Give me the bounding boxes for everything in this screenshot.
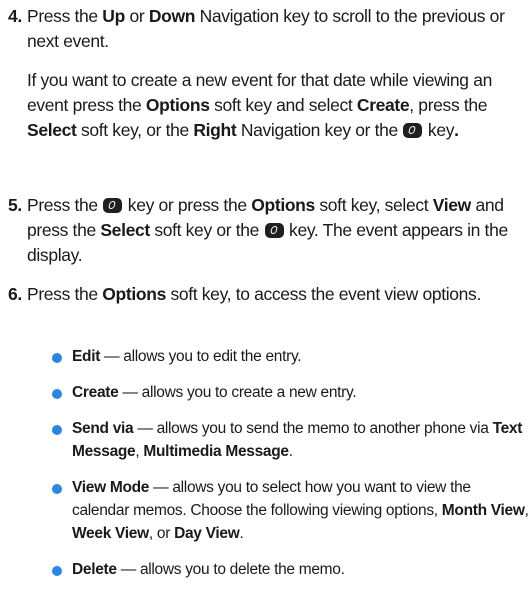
step-number: 6. (8, 284, 22, 304)
step-text: Press the key or press the Options soft … (27, 195, 508, 265)
select-key-icon (264, 223, 284, 238)
select-key-icon (103, 198, 123, 213)
select-key-icon (403, 123, 423, 138)
bullet-dot-icon (52, 566, 62, 576)
bullet-dot-icon (52, 353, 62, 363)
up-key-label: Up (102, 6, 125, 26)
step-number: 5. (8, 195, 22, 215)
step-number: 4. (8, 6, 22, 26)
step-text: Press the Options soft key, to access th… (27, 284, 481, 304)
step-4-note: If you want to create a new event for th… (27, 70, 492, 140)
down-key-label: Down (148, 6, 196, 26)
bullet-dot-icon (52, 425, 62, 435)
bullet-dot-icon (52, 484, 62, 494)
bullet-dot-icon (52, 389, 62, 399)
manual-page: 4. Press the Up or Down Navigation key t… (8, 6, 529, 578)
step-text: Press the Up or Down Navigation key to s… (27, 6, 505, 51)
